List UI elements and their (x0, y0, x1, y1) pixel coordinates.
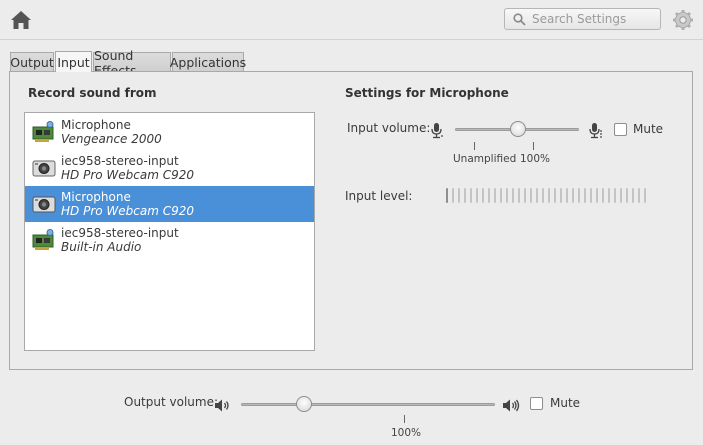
tab-label: Applications (169, 55, 247, 70)
level-bar (596, 188, 598, 203)
search-input[interactable]: Search Settings (504, 8, 661, 30)
level-bar (548, 188, 550, 203)
tab-output[interactable]: Output (10, 52, 54, 72)
search-icon (513, 12, 526, 26)
level-bar (614, 188, 616, 203)
microphone-high-icon[interactable] (588, 122, 604, 139)
level-bar (620, 188, 622, 203)
level-bar (518, 188, 520, 203)
level-bar (524, 188, 526, 203)
tab-applications[interactable]: Applications (169, 52, 247, 72)
settings-heading: Settings for Microphone (345, 86, 509, 100)
hundred-percent-label: 100% (520, 153, 551, 165)
tab-input[interactable]: Input (55, 51, 92, 72)
output-volume-slider-handle[interactable] (296, 396, 312, 412)
level-bar (494, 188, 496, 203)
input-volume-label: Input volume: (347, 121, 431, 135)
level-bar (566, 188, 568, 203)
microphone-low-icon[interactable] (430, 122, 444, 139)
level-bar (464, 188, 466, 203)
webcam-icon (32, 160, 56, 177)
level-bar (536, 188, 538, 203)
level-bar (530, 188, 532, 203)
speaker-high-icon[interactable] (502, 398, 521, 413)
input-mute-label: Mute (633, 122, 664, 136)
input-level-label: Input level: (345, 189, 413, 203)
list-item-selected[interactable]: Microphone HD Pro Webcam C920 (25, 186, 314, 222)
output-mute-checkbox[interactable] (530, 397, 543, 410)
level-bar (488, 188, 490, 203)
unamplified-tick (474, 142, 475, 150)
level-bar (470, 188, 472, 203)
level-bar (632, 188, 634, 203)
list-item[interactable]: Microphone Vengeance 2000 (25, 114, 314, 150)
level-bar (602, 188, 604, 203)
level-bar (590, 188, 592, 203)
sound-card-icon (32, 229, 54, 250)
header-separator (0, 39, 703, 40)
device-description: HD Pro Webcam C920 (61, 167, 195, 182)
level-bar (626, 188, 628, 203)
tab-label: Input (57, 54, 90, 70)
list-heading: Record sound from (28, 86, 157, 100)
input-level-meter (446, 188, 646, 203)
input-mute-checkbox[interactable] (614, 123, 627, 136)
input-volume-slider-handle[interactable] (510, 121, 526, 137)
level-bar (638, 188, 640, 203)
device-description: HD Pro Webcam C920 (61, 203, 195, 218)
unamplified-label: Unamplified (453, 153, 517, 165)
level-bar (458, 188, 460, 203)
output-volume-label: Output volume: (124, 395, 218, 409)
device-description: Vengeance 2000 (61, 131, 162, 146)
level-bar (542, 188, 544, 203)
level-bar (446, 188, 448, 203)
level-bar (500, 188, 502, 203)
sound-card-icon (32, 121, 54, 142)
level-bar (452, 188, 454, 203)
device-name: iec958-stereo-input (61, 153, 179, 168)
home-button[interactable] (10, 10, 32, 30)
level-bar (572, 188, 574, 203)
output-hundred-percent-tick (404, 415, 405, 423)
speaker-low-icon[interactable] (214, 398, 232, 413)
output-hundred-percent-label: 100% (391, 427, 422, 439)
tab-label: Output (10, 55, 54, 70)
list-item[interactable]: iec958-stereo-input Built-in Audio (25, 222, 314, 258)
tab-sound-effects[interactable]: Sound Effects (93, 48, 171, 78)
gear-icon (673, 10, 693, 30)
home-icon (11, 11, 31, 29)
device-name: iec958-stereo-input (61, 225, 179, 240)
settings-button[interactable] (672, 9, 694, 31)
device-name: Microphone (61, 189, 131, 204)
hundred-percent-tick (533, 142, 534, 150)
level-bar (476, 188, 478, 203)
level-bar (512, 188, 514, 203)
search-placeholder: Search Settings (532, 12, 627, 26)
output-volume-track[interactable] (241, 403, 495, 406)
level-bar (482, 188, 484, 203)
level-bar (644, 188, 646, 203)
level-bar (608, 188, 610, 203)
device-name: Microphone (61, 117, 131, 132)
list-item[interactable]: iec958-stereo-input HD Pro Webcam C920 (25, 150, 314, 186)
device-list[interactable]: Microphone Vengeance 2000 iec958-stereo-i… (24, 112, 315, 351)
level-bar (554, 188, 556, 203)
level-bar (560, 188, 562, 203)
output-mute-label: Mute (550, 396, 581, 410)
device-description: Built-in Audio (61, 239, 142, 254)
level-bar (578, 188, 580, 203)
level-bar (584, 188, 586, 203)
level-bar (506, 188, 508, 203)
webcam-icon (32, 196, 56, 213)
